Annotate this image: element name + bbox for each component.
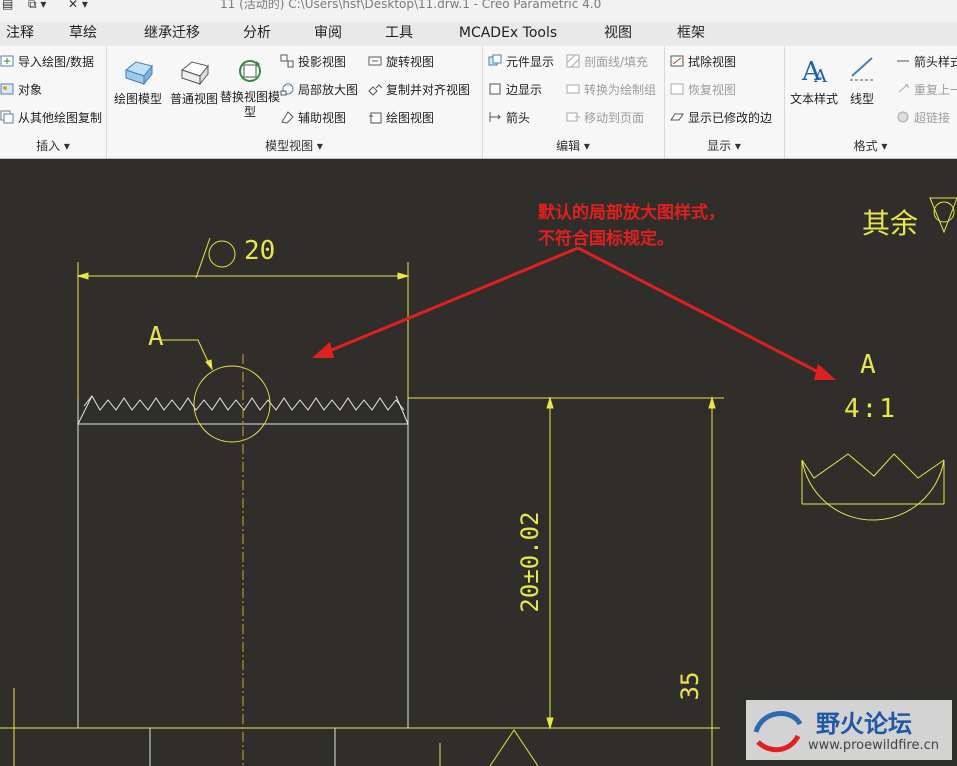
component-display-icon: [488, 54, 504, 68]
convert-group-icon: [566, 82, 582, 96]
annotation-geometry: [0, 197, 957, 766]
note-line-2: 不符合国标规定。: [538, 229, 674, 249]
resume-view-button[interactable]: 恢复视图: [670, 80, 736, 100]
tab-view[interactable]: 视图: [584, 22, 652, 46]
modified-edges-icon: [670, 110, 686, 124]
arrow-style-button[interactable]: 箭头样式: [896, 52, 957, 72]
ribbon-tabs: 注释 草绘 继承迁移 分析 审阅 工具 MCADEx Tools 视图 框架: [0, 22, 957, 47]
hatch-icon: [566, 54, 582, 68]
line-style-icon: [850, 57, 874, 81]
revolved-view-button[interactable]: 旋转视图: [368, 52, 434, 72]
height-dimension[interactable]: 35: [676, 666, 704, 706]
forum-watermark: 野火论坛 www.proewildfire.cn: [746, 700, 952, 760]
forum-name: 野火论坛: [816, 710, 912, 738]
drawing-model-button[interactable]: 绘图模型: [110, 56, 166, 107]
hyperlink-button[interactable]: 超链接: [896, 108, 950, 128]
detail-callout-letter[interactable]: A: [148, 322, 164, 352]
hatch-fill-button[interactable]: 剖面线/填充: [566, 52, 648, 72]
revolved-view-icon: [368, 54, 384, 68]
import-icon: [0, 54, 16, 68]
arrow-head-right: [814, 364, 836, 380]
annotation-note: 默认的局部放大图样式， 不符合国标规定。: [538, 200, 725, 252]
tab-mcadex-tools[interactable]: MCADEx Tools: [440, 22, 576, 46]
tab-frame[interactable]: 框架: [660, 22, 722, 46]
move-to-sheet-button[interactable]: 移动到页面: [566, 108, 644, 128]
resume-view-icon: [670, 82, 686, 96]
ribbon: 导入绘图/数据 对象 从其他绘图复制 插入 ▾ 绘图模型 普通视图 替换视图模型…: [0, 46, 957, 159]
svg-text:A: A: [813, 66, 828, 86]
detailed-view-icon: [280, 82, 296, 96]
group-model-views: 绘图模型 普通视图 替换视图模型 投影视图 局部放大图 辅助视图 旋转视图 复制…: [106, 46, 483, 158]
tab-sketch[interactable]: 草绘: [48, 22, 118, 46]
group-display: 拭除视图 恢复视图 显示已修改的边 显示 ▾: [664, 46, 785, 158]
replace-view-model-button[interactable]: 替换视图模型: [220, 56, 280, 120]
note-line-1: 默认的局部放大图样式，: [538, 203, 725, 223]
tab-annotate[interactable]: 注释: [0, 22, 40, 46]
projection-view-button[interactable]: 投影视图: [280, 52, 346, 72]
copy-from-drawing-button[interactable]: 从其他绘图复制: [0, 108, 102, 128]
move-sheet-icon: [566, 110, 582, 124]
object-icon: [0, 82, 16, 96]
copy-align-icon: [368, 82, 384, 96]
edge-display-icon: [488, 82, 504, 96]
auxiliary-view-icon: [280, 110, 296, 124]
erase-view-button[interactable]: 拭除视图: [670, 52, 736, 72]
erase-view-icon: [670, 54, 686, 68]
repeat-last-button[interactable]: 重复上一: [896, 80, 957, 100]
copy-drawing-icon: [0, 110, 16, 124]
arrow-head-left: [312, 342, 334, 358]
line-style-button[interactable]: 线型: [838, 54, 886, 107]
import-drawing-data-button[interactable]: 导入绘图/数据: [0, 52, 94, 72]
convert-draft-group-button[interactable]: 转换为绘制组: [566, 80, 656, 100]
drawing-view-icon: [368, 110, 384, 124]
tab-analysis[interactable]: 分析: [226, 22, 288, 46]
surface-finish-note[interactable]: 其余: [862, 202, 918, 242]
diameter-dimension[interactable]: 20: [244, 236, 275, 266]
component-display-button[interactable]: 元件显示: [488, 52, 554, 72]
close-window-icon[interactable]: ✕ ▾: [68, 0, 88, 11]
title-bar: ▤ ⧉ ▾ ✕ ▾ 11 (活动的) C:\Users\hsf\Desktop\…: [0, 0, 957, 22]
window-icon[interactable]: ⧉ ▾: [28, 0, 46, 12]
general-view-icon: [180, 61, 209, 86]
group-insert: 导入绘图/数据 对象 从其他绘图复制 插入 ▾: [0, 46, 107, 158]
tab-review[interactable]: 审阅: [296, 22, 360, 46]
object-button[interactable]: 对象: [0, 80, 42, 100]
detailed-view-button[interactable]: 局部放大图: [280, 80, 358, 100]
detail-view-letter[interactable]: A: [860, 350, 876, 380]
hyperlink-icon: [896, 110, 912, 124]
arrow-button[interactable]: 箭头: [488, 108, 530, 128]
tab-tools[interactable]: 工具: [366, 22, 432, 46]
drawing-view-button[interactable]: 绘图视图: [368, 108, 434, 128]
tab-legacy-migration[interactable]: 继承迁移: [124, 22, 220, 46]
group-format-label[interactable]: 格式 ▾: [784, 137, 957, 154]
copy-align-view-button[interactable]: 复制并对齐视图: [368, 80, 470, 100]
repeat-icon: [896, 82, 912, 96]
show-modified-edges-button[interactable]: 显示已修改的边: [670, 108, 772, 128]
arrow-icon: [488, 110, 504, 124]
general-view-button[interactable]: 普通视图: [166, 56, 222, 107]
text-style-button[interactable]: AA 文本样式: [786, 54, 842, 107]
replace-view-icon: [239, 60, 261, 82]
group-edit-label[interactable]: 编辑 ▾: [482, 137, 664, 154]
group-model-views-label[interactable]: 模型视图 ▾: [106, 137, 482, 154]
edge-display-button[interactable]: 边显示: [488, 80, 542, 100]
tolerance-dimension[interactable]: 20±0.02: [516, 492, 544, 632]
projection-view-icon: [280, 54, 296, 68]
auxiliary-view-button[interactable]: 辅助视图: [280, 108, 346, 128]
arrow-style-icon: [896, 54, 912, 68]
window-title: 11 (活动的) C:\Users\hsf\Desktop\11.drw.1 -…: [220, 0, 602, 11]
text-style-icon: AA: [801, 57, 828, 86]
drawing-geometry: [0, 197, 957, 766]
drawing-model-icon: [124, 61, 153, 86]
drawing-canvas[interactable]: 默认的局部放大图样式， 不符合国标规定。 其余 20 A A 4:1 20±0.…: [0, 158, 957, 766]
detail-view-scale[interactable]: 4:1: [844, 394, 897, 424]
group-display-label[interactable]: 显示 ▾: [664, 137, 784, 154]
group-format: AA 文本样式 线型 箭头样式 重复上一 超链接 格式 ▾: [784, 46, 957, 158]
annotation-arrows: [321, 246, 827, 378]
group-edit: 元件显示 边显示 箭头 剖面线/填充 转换为绘制组 移动到页面 编辑 ▾: [482, 46, 665, 158]
forum-url: www.proewildfire.cn: [808, 738, 939, 753]
app-icon[interactable]: ▤: [2, 0, 13, 11]
group-insert-label[interactable]: 插入 ▾: [0, 137, 106, 154]
forum-logo-icon: [753, 711, 803, 753]
